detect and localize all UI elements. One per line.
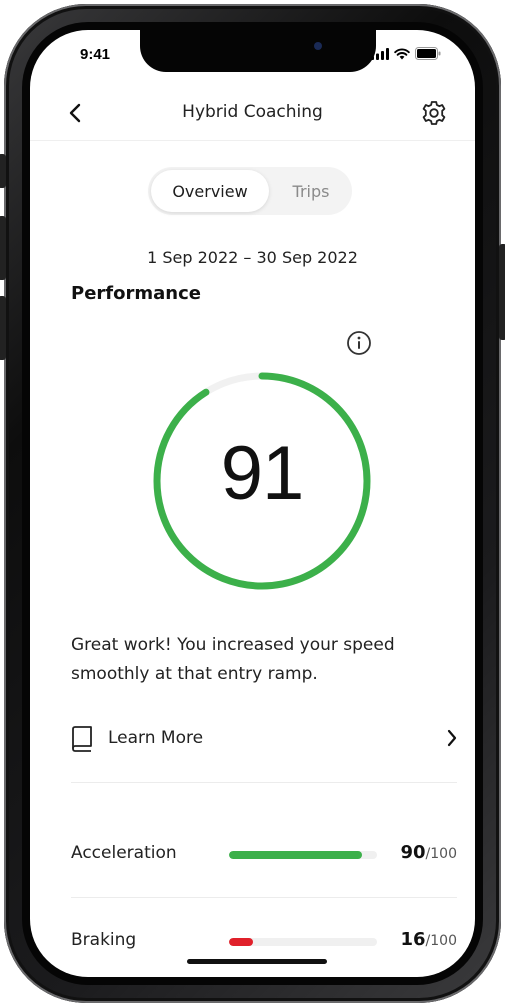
status-time: 9:41 xyxy=(80,46,111,63)
page-title: Hybrid Coaching xyxy=(182,102,323,122)
settings-button[interactable] xyxy=(419,98,449,128)
app-screen: 9:41 Hybrid Coaching Overview Trips 1 Se… xyxy=(30,30,475,977)
volume-up-button xyxy=(0,216,6,280)
wifi-icon xyxy=(394,48,410,59)
metric-score-value: 16 xyxy=(400,929,426,950)
metric-score-max: /100 xyxy=(425,846,457,862)
mute-switch xyxy=(0,154,6,188)
metric-row-acceleration: Acceleration 90/100 xyxy=(71,834,457,874)
performance-title: Performance xyxy=(71,283,201,304)
divider xyxy=(71,897,457,898)
metric-score-max: /100 xyxy=(425,933,457,949)
metric-score-value: 90 xyxy=(400,842,426,863)
metric-row-braking: Braking 16/100 xyxy=(71,921,457,961)
home-indicator[interactable] xyxy=(187,959,327,964)
phone-frame: 9:41 Hybrid Coaching Overview Trips 1 Se… xyxy=(0,4,505,1003)
metric-bar-fill xyxy=(229,851,363,859)
battery-icon xyxy=(415,47,441,60)
metric-score: 16/100 xyxy=(400,929,457,950)
tab-trips[interactable]: Trips xyxy=(272,170,350,212)
chevron-right-icon xyxy=(447,729,457,747)
metric-bar-track xyxy=(229,851,377,859)
signal-icon xyxy=(371,47,389,60)
book-icon xyxy=(72,726,92,752)
app-header: Hybrid Coaching xyxy=(30,88,475,141)
learn-more-label: Learn More xyxy=(108,728,204,748)
gear-icon xyxy=(422,101,446,125)
divider xyxy=(71,782,457,783)
front-camera xyxy=(314,42,322,50)
metric-score: 90/100 xyxy=(400,842,457,863)
power-button xyxy=(499,244,505,340)
notch xyxy=(140,30,376,72)
metric-label: Acceleration xyxy=(71,843,177,863)
metric-label: Braking xyxy=(71,930,137,950)
learn-more-row[interactable]: Learn More xyxy=(71,720,457,760)
view-segmented-control: Overview Trips xyxy=(148,167,352,215)
info-icon xyxy=(347,331,371,355)
volume-down-button xyxy=(0,296,6,360)
coaching-message: Great work! You increased your speed smo… xyxy=(71,635,395,684)
date-range: 1 Sep 2022 – 30 Sep 2022 xyxy=(147,248,358,267)
info-button[interactable] xyxy=(346,330,372,356)
metric-bar-track xyxy=(229,938,377,946)
metric-bar-fill xyxy=(229,938,253,946)
tab-overview[interactable]: Overview xyxy=(151,170,269,212)
performance-score: 91 xyxy=(220,431,305,516)
status-icons xyxy=(371,47,441,60)
